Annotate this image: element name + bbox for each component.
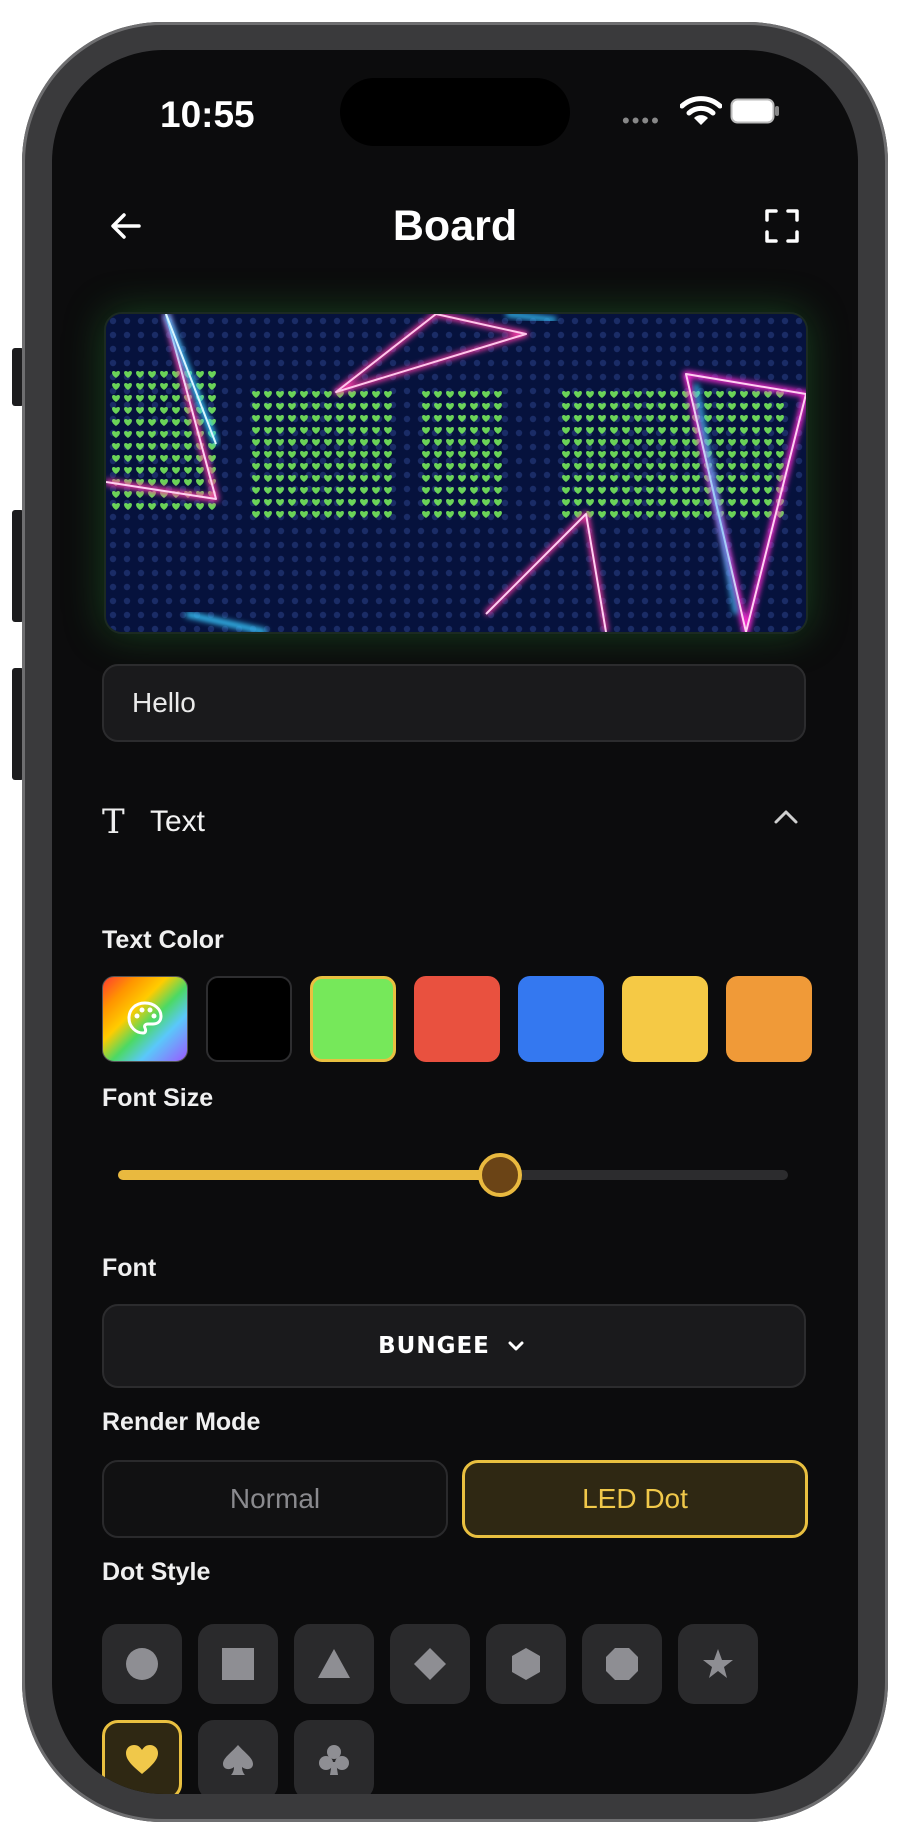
text-icon: T bbox=[102, 802, 125, 842]
dot-style-heart[interactable] bbox=[102, 1720, 182, 1794]
dot-style-octagon[interactable] bbox=[582, 1624, 662, 1704]
dot-style-circle[interactable] bbox=[102, 1624, 182, 1704]
chevron-down-icon bbox=[508, 1341, 524, 1351]
led-board-canvas bbox=[106, 314, 806, 632]
circle-icon bbox=[126, 1648, 158, 1680]
club-icon bbox=[319, 1745, 349, 1775]
board-text-input[interactable]: Hello bbox=[102, 664, 806, 742]
dot-style-star[interactable] bbox=[678, 1624, 758, 1704]
dot-style-club[interactable] bbox=[294, 1720, 374, 1794]
font-label: Font bbox=[102, 1254, 157, 1282]
spade-icon bbox=[223, 1745, 253, 1775]
slider-thumb[interactable] bbox=[478, 1153, 522, 1197]
color-swatch-red[interactable] bbox=[414, 976, 500, 1062]
text-section-label: Text bbox=[150, 805, 206, 838]
dot-style-spade[interactable] bbox=[198, 1720, 278, 1794]
status-time: 10:55 bbox=[160, 94, 255, 135]
text-section-header[interactable]: T Text bbox=[102, 794, 806, 850]
hexagon-icon bbox=[512, 1648, 540, 1680]
star-icon bbox=[703, 1649, 733, 1678]
dot-style-diamond[interactable] bbox=[390, 1624, 470, 1704]
signal-icon: •••• bbox=[622, 108, 661, 133]
diamond-icon bbox=[414, 1648, 446, 1680]
render-mode-normal-button[interactable]: Normal bbox=[102, 1460, 448, 1538]
render-mode-label: Render Mode bbox=[102, 1408, 261, 1436]
battery-icon bbox=[730, 98, 779, 124]
slider-fill bbox=[118, 1170, 500, 1180]
dot-style-label: Dot Style bbox=[102, 1558, 211, 1586]
color-swatch-orange[interactable] bbox=[726, 976, 812, 1062]
page-title: Board bbox=[392, 202, 518, 250]
octagon-icon bbox=[606, 1648, 638, 1680]
chevron-up-icon[interactable] bbox=[770, 802, 802, 834]
palette-icon bbox=[127, 1001, 163, 1035]
dot-style-hexagon[interactable] bbox=[486, 1624, 566, 1704]
dot-style-grid bbox=[102, 1624, 806, 1794]
triangle-icon bbox=[318, 1649, 350, 1678]
color-swatch-yellow[interactable] bbox=[622, 976, 708, 1062]
font-select[interactable]: BUNGEE bbox=[102, 1304, 806, 1388]
fullscreen-button[interactable] bbox=[754, 198, 810, 254]
color-swatch-blue[interactable] bbox=[518, 976, 604, 1062]
color-swatch-green[interactable] bbox=[310, 976, 396, 1062]
render-mode-led-button[interactable]: LED Dot bbox=[462, 1460, 808, 1538]
color-swatch-rainbow[interactable] bbox=[102, 976, 188, 1062]
heart-icon bbox=[126, 1745, 158, 1774]
font-select-value: BUNGEE bbox=[378, 1333, 490, 1359]
color-swatch-black[interactable] bbox=[206, 976, 292, 1062]
led-board-preview[interactable] bbox=[104, 312, 808, 634]
wifi-icon bbox=[680, 96, 722, 125]
square-icon bbox=[222, 1648, 254, 1680]
dynamic-island bbox=[340, 78, 570, 146]
text-color-label: Text Color bbox=[102, 926, 224, 954]
dot-style-triangle[interactable] bbox=[294, 1624, 374, 1704]
dot-style-square[interactable] bbox=[198, 1624, 278, 1704]
text-color-swatches bbox=[102, 976, 812, 1064]
font-size-slider[interactable] bbox=[118, 1153, 788, 1197]
font-size-label: Font Size bbox=[102, 1084, 214, 1112]
fullscreen-icon bbox=[765, 209, 799, 243]
app-screen: 10:55 •••• Board Hello T Text Text Color… bbox=[52, 50, 858, 1794]
